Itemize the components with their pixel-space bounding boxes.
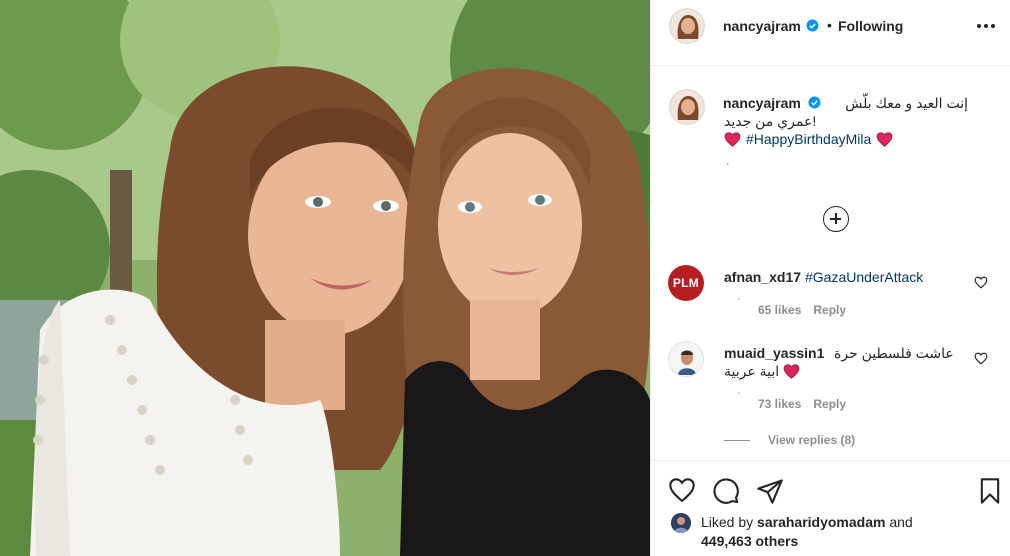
- comment-reply-button[interactable]: Reply: [813, 397, 846, 411]
- comment-reply-button[interactable]: Reply: [813, 303, 846, 317]
- comment-avatar[interactable]: PLM: [668, 265, 704, 301]
- share-paper-plane-icon[interactable]: [756, 477, 784, 505]
- header-separator: •: [827, 17, 832, 33]
- caption-hashtag-line: #HappyBirthdayMila: [724, 131, 893, 147]
- post-photo-image: [0, 0, 650, 556]
- red-heart-emoji-icon: [724, 131, 741, 147]
- load-more-comments-button[interactable]: [823, 206, 849, 232]
- comment-mark: ': [738, 297, 740, 308]
- comment-bubble-icon[interactable]: [712, 477, 740, 505]
- comment-avatar[interactable]: [668, 341, 704, 377]
- header-username[interactable]: nancyajram: [723, 18, 801, 34]
- view-replies-divider: [724, 439, 750, 441]
- caption-avatar-image: [670, 90, 704, 124]
- liked-by-summary: Liked by saraharidyomadam and 449,463 ot…: [701, 513, 913, 551]
- view-replies-label: View replies (8): [768, 433, 856, 447]
- liked-by-user[interactable]: saraharidyomadam: [757, 514, 885, 530]
- more-dot-icon: [991, 24, 995, 28]
- comment-like-heart-icon[interactable]: [974, 276, 988, 289]
- liked-by-avatar-image: [671, 513, 691, 533]
- verified-badge-icon: [808, 96, 821, 109]
- caption-username[interactable]: nancyajram: [723, 95, 801, 111]
- comment-username[interactable]: afnan_xd17: [724, 269, 801, 285]
- more-options-button[interactable]: [975, 16, 997, 36]
- liked-by-avatar[interactable]: [671, 513, 691, 533]
- caption-text-line2: !عمري من جديد: [724, 113, 817, 129]
- likes-count-link[interactable]: 449,463 others: [701, 533, 798, 549]
- caption-hashtag-link[interactable]: #HappyBirthdayMila: [746, 131, 871, 147]
- comment-mark: ': [738, 391, 740, 402]
- like-heart-icon[interactable]: [668, 477, 696, 505]
- caption-text-line1: إنت العيد و معك بلّش: [845, 95, 968, 111]
- save-bookmark-icon[interactable]: [976, 477, 1004, 505]
- comment-hashtag-link[interactable]: #GazaUnderAttack: [805, 269, 923, 285]
- liked-by-and: and: [889, 514, 913, 530]
- comment-text-line2: ابية عربية: [724, 363, 780, 379]
- comment-meta: 65 likes Reply: [758, 303, 846, 317]
- comment-likes-count[interactable]: 65 likes: [758, 303, 801, 317]
- red-heart-emoji-icon: [876, 131, 893, 147]
- comment-avatar-text: PLM: [672, 276, 700, 290]
- caption-small-mark: ،: [726, 157, 730, 168]
- following-button[interactable]: Following: [838, 18, 903, 34]
- post-header: nancyajram • Following: [651, 0, 1010, 66]
- verified-badge-icon: [806, 19, 819, 32]
- comment-meta: 73 likes Reply: [758, 397, 846, 411]
- red-heart-emoji-icon: [783, 364, 800, 379]
- author-avatar[interactable]: [669, 8, 705, 44]
- comment-like-heart-icon[interactable]: [974, 352, 988, 365]
- liked-by-prefix: Liked by: [701, 514, 754, 530]
- comment-avatar-image: [669, 342, 703, 376]
- post-photo[interactable]: [0, 0, 650, 556]
- comment-text-line2-row: ابية عربية: [724, 363, 800, 380]
- caption-avatar[interactable]: [669, 89, 705, 125]
- more-dot-icon: [977, 24, 981, 28]
- view-replies-button[interactable]: View replies (8): [724, 433, 855, 447]
- author-avatar-image: [670, 9, 704, 43]
- more-dot-icon: [984, 24, 988, 28]
- comment-username[interactable]: muaid_yassin1: [724, 345, 824, 361]
- comment-text-line1: عاشت فلسطين حرة: [834, 345, 954, 361]
- post-side-panel: nancyajram • Following nancyajram إنت ال…: [650, 0, 1010, 556]
- comment-likes-count[interactable]: 73 likes: [758, 397, 801, 411]
